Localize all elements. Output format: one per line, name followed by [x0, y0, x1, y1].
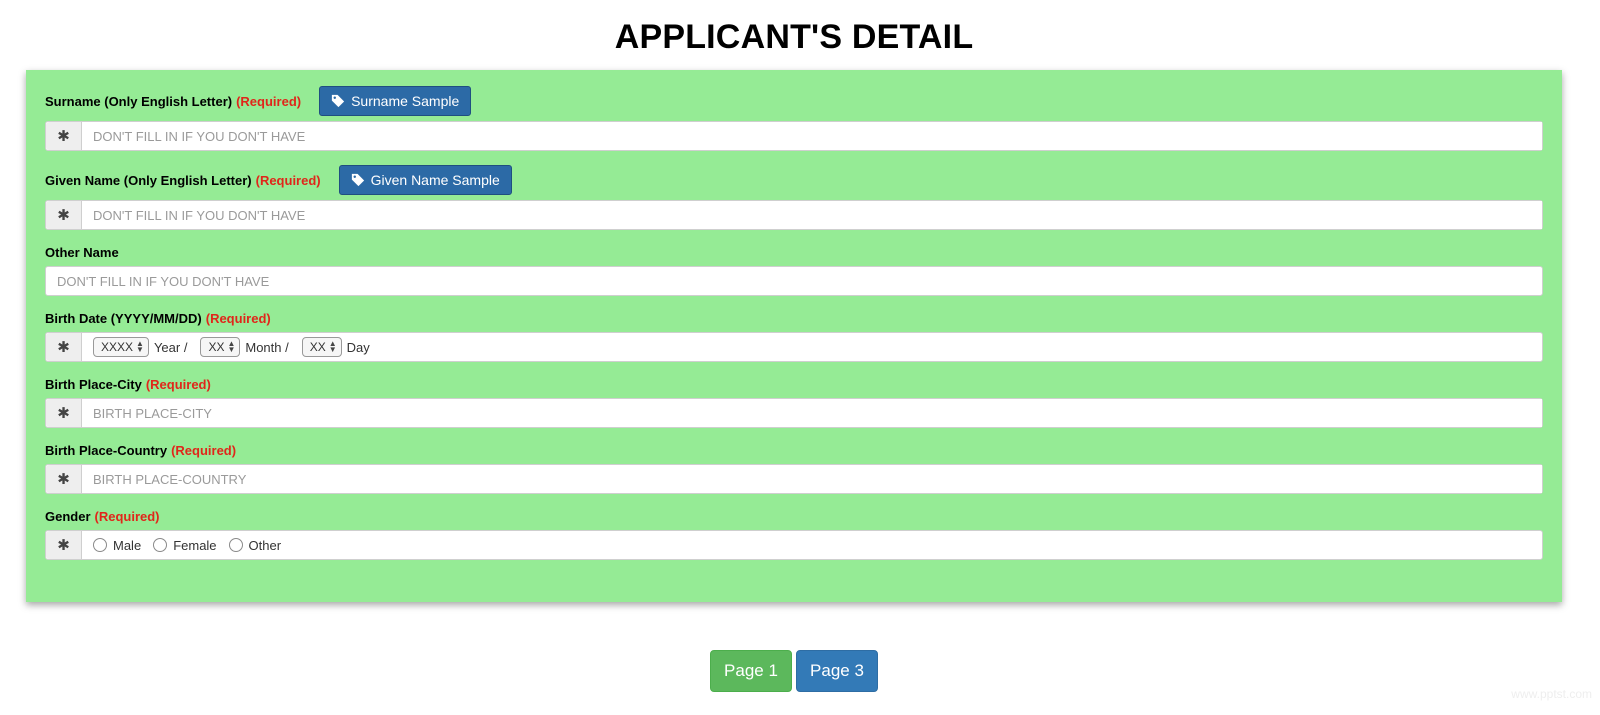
page-title: APPLICANT'S DETAIL	[614, 18, 974, 56]
asterisk-icon: ✱	[46, 122, 82, 150]
updown-arrows-icon: ▲ ▼	[227, 339, 236, 354]
gender-option-label: Other	[248, 537, 282, 553]
given-name-sample-button[interactable]: Given Name Sample	[338, 165, 512, 195]
other-name-label: Other Name	[45, 244, 119, 260]
page-3-button[interactable]: Page 3	[796, 650, 878, 692]
surname-input[interactable]	[82, 122, 1542, 150]
other-name-input[interactable]	[45, 266, 1543, 296]
given-name-input[interactable]	[82, 201, 1542, 229]
surname-input-group: ✱	[45, 121, 1543, 151]
birth-city-label: Birth Place-City	[45, 376, 142, 392]
tag-icon	[351, 173, 364, 187]
surname-sample-button[interactable]: Surname Sample	[319, 86, 472, 116]
applicant-detail-form: Surname (Only English Letter) (Required)…	[26, 70, 1562, 602]
birth-year-select[interactable]: XXXX ▲ ▼	[93, 337, 149, 357]
birth-country-label: Birth Place-Country	[45, 442, 168, 458]
updown-arrows-icon: ▲ ▼	[328, 339, 337, 354]
required-marker: (Required)	[145, 376, 211, 392]
updown-arrows-icon: ▲ ▼	[136, 339, 144, 354]
birth-city-label-row: Birth Place-City (Required)	[45, 369, 211, 399]
surname-sample-label: Surname Sample	[351, 93, 460, 109]
birth-month-select[interactable]: XX ▲ ▼	[200, 337, 241, 357]
gender-radio-group: Male Female Other	[82, 531, 293, 559]
required-marker: (Required)	[255, 172, 321, 188]
required-marker: (Required)	[171, 442, 237, 458]
birth-day-select[interactable]: XX ▲ ▼	[301, 337, 342, 357]
asterisk-icon: ✱	[46, 465, 82, 493]
asterisk-icon: ✱	[46, 531, 82, 559]
given-name-label: Given Name (Only English Letter)	[45, 172, 252, 188]
given-name-input-group: ✱	[45, 200, 1543, 230]
gender-option-female[interactable]: Female	[153, 537, 217, 553]
gender-option-male[interactable]: Male	[93, 538, 141, 553]
gender-label: Gender	[45, 508, 91, 524]
asterisk-icon: ✱	[46, 399, 82, 427]
pagination: Page 1 Page 3	[710, 650, 878, 692]
birth-date-label-row: Birth Date (YYYY/MM/DD) (Required)	[45, 303, 271, 333]
asterisk-icon: ✱	[46, 201, 82, 229]
gender-input-group: ✱ Male Female Other	[45, 530, 1543, 560]
birth-date-label: Birth Date (YYYY/MM/DD)	[45, 310, 202, 326]
required-marker: (Required)	[236, 93, 302, 109]
required-marker: (Required)	[205, 310, 271, 326]
radio-button[interactable]	[228, 538, 243, 552]
radio-button[interactable]	[93, 538, 107, 552]
given-name-sample-label: Given Name Sample	[370, 172, 500, 188]
given-name-label-row: Given Name (Only English Letter) (Requir…	[45, 165, 512, 195]
birth-date-controls: XXXX ▲ ▼ Year / XX ▲ ▼ Month / XX ▲ ▼ Day	[82, 333, 378, 361]
watermark: www.pptst.com	[1511, 687, 1592, 701]
radio-button[interactable]	[153, 538, 168, 552]
birth-year-value: XXXX	[101, 340, 134, 354]
page-1-button[interactable]: Page 1	[710, 650, 792, 692]
month-unit-label: Month /	[245, 339, 289, 355]
birth-country-input-group: ✱	[45, 464, 1543, 494]
other-name-label-row: Other Name	[45, 237, 119, 267]
birth-country-label-row: Birth Place-Country (Required)	[45, 435, 236, 465]
tag-icon	[331, 94, 345, 108]
gender-option-label: Female	[173, 537, 217, 553]
surname-label: Surname (Only English Letter)	[45, 93, 233, 109]
birth-city-input-group: ✱	[45, 398, 1543, 428]
gender-option-other[interactable]: Other	[228, 537, 282, 553]
year-unit-label: Year /	[153, 339, 188, 355]
day-unit-label: Day	[346, 339, 370, 355]
required-marker: (Required)	[94, 508, 160, 524]
birth-country-input[interactable]	[82, 465, 1542, 493]
gender-label-row: Gender (Required)	[45, 501, 160, 531]
birth-date-input-group: ✱ XXXX ▲ ▼ Year / XX ▲ ▼ Month / XX ▲ ▼ Day	[45, 332, 1543, 362]
birth-day-value: XX	[309, 340, 326, 354]
birth-city-input[interactable]	[82, 399, 1542, 427]
surname-label-row: Surname (Only English Letter) (Required)…	[45, 86, 472, 116]
birth-month-value: XX	[208, 340, 225, 354]
asterisk-icon: ✱	[46, 333, 82, 361]
gender-option-label: Male	[113, 537, 142, 553]
